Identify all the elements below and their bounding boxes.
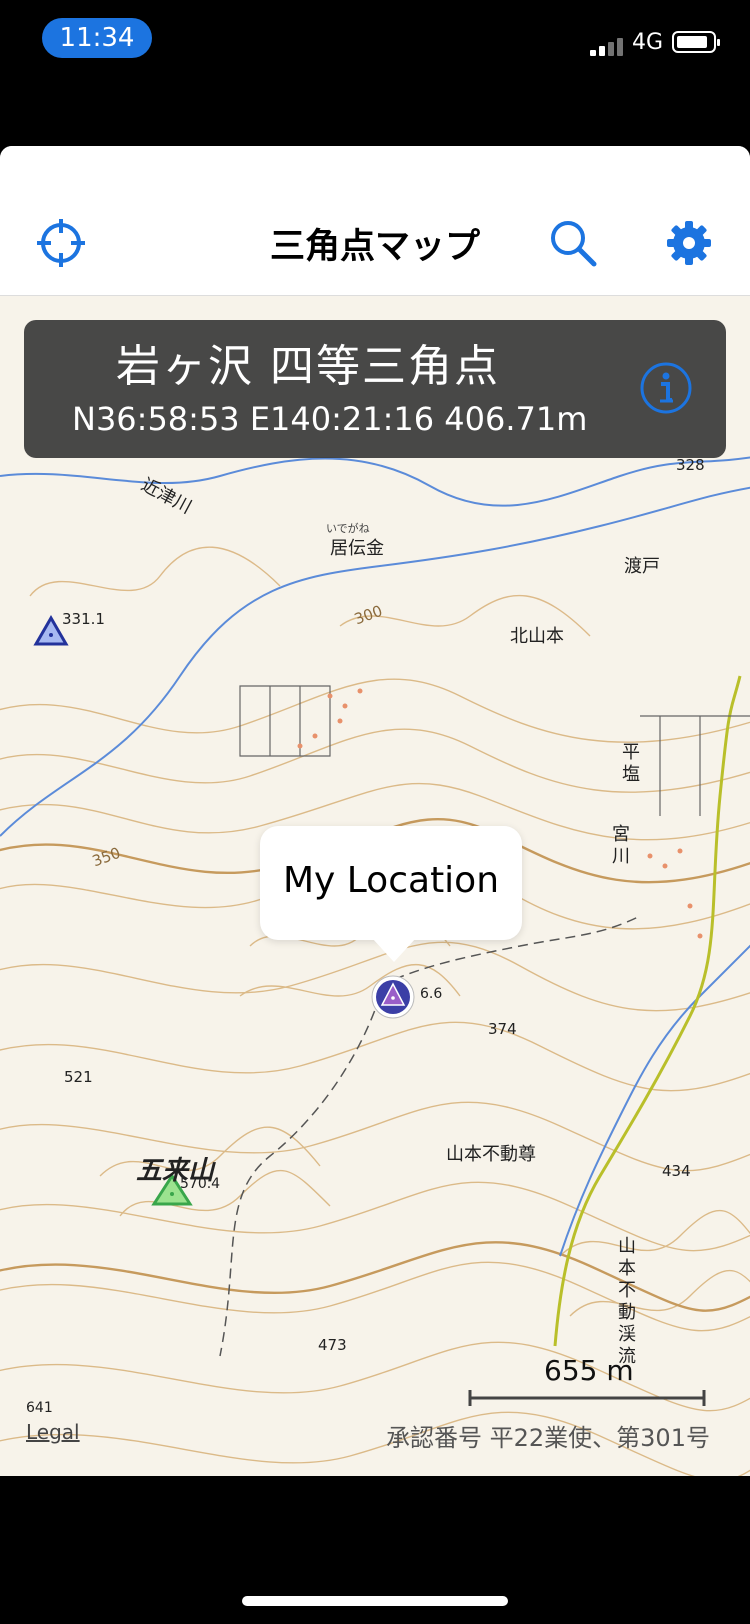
location-pin-icon[interactable] [370, 974, 416, 1020]
map-label-elev-434: 434 [662, 1162, 691, 1180]
info-icon [640, 362, 692, 414]
network-type: 4G [632, 30, 664, 55]
map-label-elev-374: 374 [488, 1020, 517, 1038]
battery-icon [672, 31, 720, 53]
my-location-label: My Location [282, 860, 500, 901]
status-bar: 11:34 4G [0, 0, 750, 80]
callout-coordinates: N36:58:53 E140:21:16 406.71m [72, 400, 588, 438]
map-label-elev-473: 473 [318, 1336, 347, 1354]
home-indicator[interactable] [242, 1596, 508, 1606]
scale-label: 655 m [544, 1354, 634, 1387]
app-sheet: 三角点マップ 近津川 いでがね 居伝金 渡戸 北山本 平 塩 宮 川 328 3… [0, 146, 750, 1476]
map-label-village-watado: 渡戸 [624, 556, 660, 577]
map-copyright: 承認番号 平22業使、第301号 [386, 1424, 710, 1452]
map-label-stream: 山 本 不 動 渓 流 [618, 1236, 636, 1367]
status-time: 11:34 [42, 18, 152, 58]
page-title: 三角点マップ [269, 227, 480, 267]
scale-bar [468, 1390, 706, 1406]
map-label-elev-641: 641 [26, 1400, 53, 1416]
info-button[interactable] [638, 360, 694, 416]
my-location-popup[interactable]: My Location [260, 826, 522, 962]
triangulation-point-callout[interactable]: 岩ヶ沢 四等三角点 N36:58:53 E140:21:16 406.71m [24, 320, 726, 458]
map-label-elev-331: 331.1 [62, 610, 105, 628]
gear-icon [667, 221, 711, 265]
map-label-elev-521: 521 [64, 1068, 93, 1086]
search-icon [551, 221, 597, 267]
map-label-miyagawa: 宮 川 [612, 824, 630, 867]
map-label-shrine: 山本不動尊 [446, 1144, 536, 1165]
signal-icon [590, 36, 626, 56]
legal-link[interactable]: Legal [26, 1420, 80, 1444]
navigation-bar: 三角点マップ [0, 146, 750, 296]
map-label-hirashio: 平 塩 [622, 742, 640, 785]
callout-title: 岩ヶ沢 四等三角点 [116, 341, 500, 392]
map-label-peak-elevation: 570.4 [180, 1176, 221, 1192]
search-button[interactable] [548, 218, 598, 268]
map-label-village-igane: 居伝金 [330, 538, 384, 559]
map-label-elev-328: 328 [676, 456, 705, 474]
map-label-pin-elevation: 6.6 [420, 986, 443, 1002]
map-label-kitayamamoto: 北山本 [510, 626, 564, 647]
settings-button[interactable] [664, 218, 714, 268]
topographic-map[interactable]: 近津川 いでがね 居伝金 渡戸 北山本 平 塩 宮 川 328 331.1 30… [0, 296, 750, 1476]
